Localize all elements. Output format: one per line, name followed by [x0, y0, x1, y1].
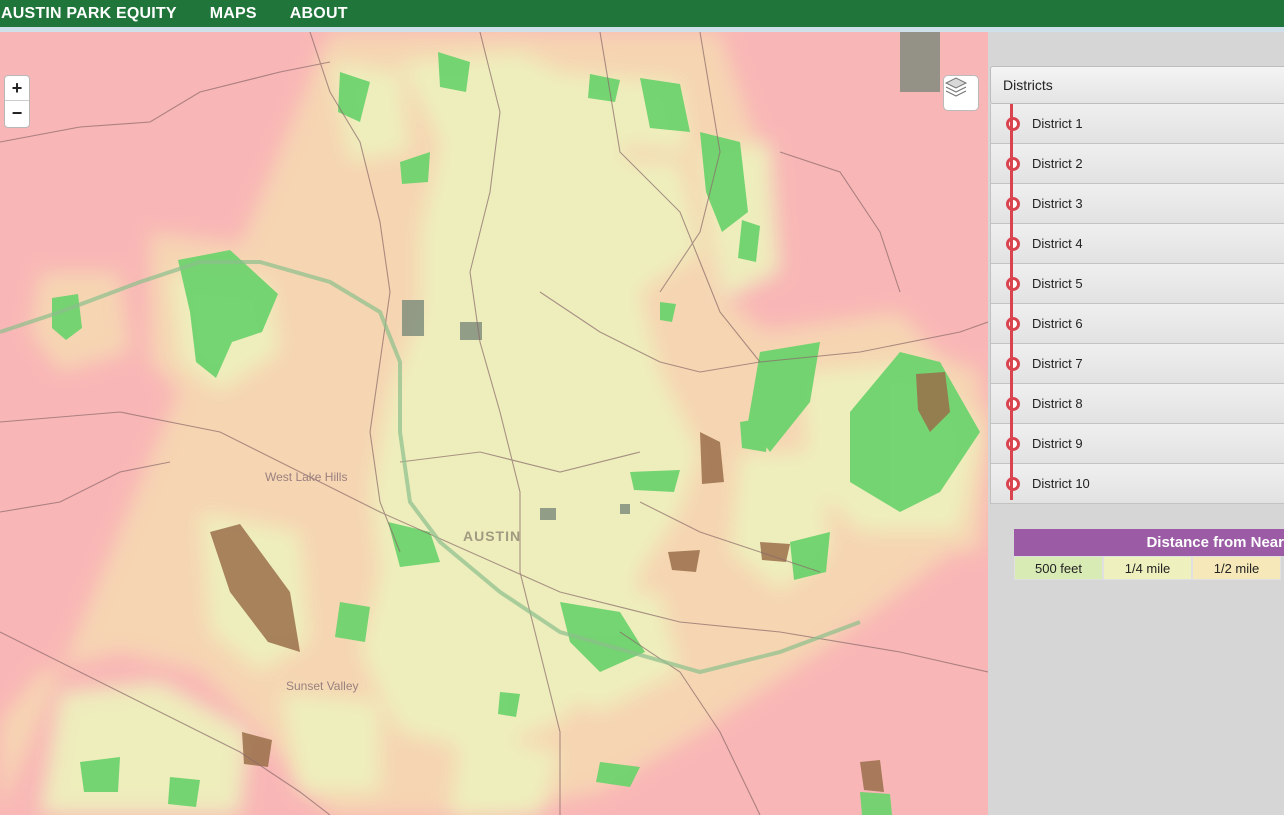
district-item-5[interactable]: District 5: [990, 264, 1284, 304]
timeline-dot: [1006, 317, 1020, 331]
district-label: District 1: [1032, 116, 1083, 131]
nav-maps-link[interactable]: MAPS: [210, 5, 257, 23]
districts-header[interactable]: Districts: [990, 66, 1284, 104]
top-navbar: AUSTIN PARK EQUITY MAPS ABOUT: [0, 0, 1284, 27]
district-timeline-line: [1010, 104, 1013, 500]
district-label: District 3: [1032, 196, 1083, 211]
park-equity-map[interactable]: West Lake Hills AUSTIN Sunset Valley + −: [0, 32, 988, 815]
map-tiles: [0, 32, 988, 815]
district-item-10[interactable]: District 10: [990, 464, 1284, 504]
nav-home-link[interactable]: AUSTIN PARK EQUITY: [1, 5, 177, 23]
legend-row: 500 feet 1/4 mile 1/2 mile: [1014, 556, 1284, 580]
timeline-dot: [1006, 397, 1020, 411]
legend-cell-half-mile: 1/2 mile: [1192, 556, 1281, 580]
district-item-3[interactable]: District 3: [990, 184, 1284, 224]
sunset-valley-label: Sunset Valley: [286, 679, 359, 693]
district-item-9[interactable]: District 9: [990, 424, 1284, 464]
distance-legend: Distance from Near 500 feet 1/4 mile 1/2…: [1014, 529, 1284, 580]
timeline-dot: [1006, 157, 1020, 171]
district-item-1[interactable]: District 1: [990, 104, 1284, 144]
district-label: District 6: [1032, 316, 1083, 331]
district-item-8[interactable]: District 8: [990, 384, 1284, 424]
timeline-dot: [1006, 437, 1020, 451]
zoom-control: + −: [4, 75, 30, 128]
district-label: District 5: [1032, 276, 1083, 291]
district-label: District 9: [1032, 436, 1083, 451]
timeline-dot: [1006, 197, 1020, 211]
legend-title: Distance from Near: [1014, 529, 1284, 556]
nav-about-link[interactable]: ABOUT: [290, 5, 348, 23]
timeline-dot: [1006, 357, 1020, 371]
west-lake-hills-label: West Lake Hills: [265, 470, 348, 484]
timeline-dot: [1006, 117, 1020, 131]
layers-button[interactable]: [943, 75, 979, 111]
district-label: District 8: [1032, 396, 1083, 411]
timeline-dot: [1006, 237, 1020, 251]
zoom-out-button[interactable]: −: [5, 101, 29, 126]
district-item-2[interactable]: District 2: [990, 144, 1284, 184]
zoom-in-button[interactable]: +: [5, 76, 29, 101]
district-label: District 2: [1032, 156, 1083, 171]
district-label: District 10: [1032, 476, 1090, 491]
timeline-dot: [1006, 477, 1020, 491]
district-item-4[interactable]: District 4: [990, 224, 1284, 264]
district-list: District 1 District 2 District 3 Distric…: [990, 104, 1284, 504]
timeline-dot: [1006, 277, 1020, 291]
legend-cell-500-feet: 500 feet: [1014, 556, 1103, 580]
layers-icon: [944, 77, 968, 97]
district-item-7[interactable]: District 7: [990, 344, 1284, 384]
district-item-6[interactable]: District 6: [990, 304, 1284, 344]
side-panel: Districts District 1 District 2 District…: [988, 32, 1284, 815]
district-label: District 4: [1032, 236, 1083, 251]
austin-label: AUSTIN: [463, 528, 522, 544]
legend-cell-quarter-mile: 1/4 mile: [1103, 556, 1192, 580]
district-label: District 7: [1032, 356, 1083, 371]
